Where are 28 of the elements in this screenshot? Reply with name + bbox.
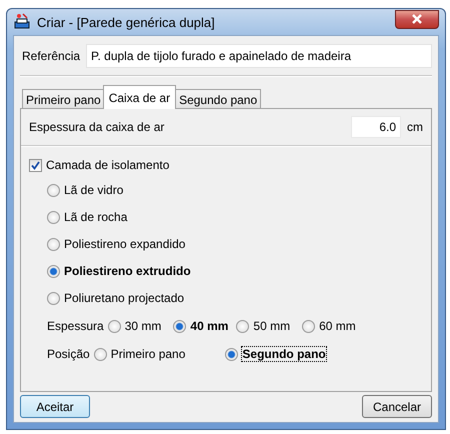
close-button[interactable]: [395, 10, 439, 28]
radio-button[interactable]: Segundo pano: [225, 344, 326, 364]
radio-button[interactable]: Lã de vidro: [47, 180, 423, 200]
unit-label: cm: [407, 120, 423, 134]
tab[interactable]: Primeiro pano: [22, 89, 105, 109]
close-icon: [411, 14, 423, 24]
field-label: Espessura: [47, 319, 104, 333]
radio-button[interactable]: Poliestireno extrudido: [47, 261, 423, 281]
reference-label: Referência: [22, 49, 80, 63]
tab[interactable]: Segundo pano: [175, 89, 262, 109]
dialog-button[interactable]: Cancelar: [362, 395, 432, 418]
checkmark-icon: [31, 160, 40, 170]
radio-button[interactable]: Poliuretano projectado: [47, 288, 423, 308]
window-title: Criar - [Parede genérica dupla]: [37, 14, 216, 30]
radio-button[interactable]: 60 mm: [302, 316, 356, 336]
air-gap-field[interactable]: 6.0: [351, 116, 401, 138]
radio-button[interactable]: Lã de rocha: [47, 207, 423, 227]
field-label: Posição: [47, 347, 90, 361]
radio-button[interactable]: 30 mm: [108, 316, 162, 336]
radio-button[interactable]: 50 mm: [236, 316, 290, 336]
tab[interactable]: Caixa de ar: [102, 85, 176, 109]
dialog-button[interactable]: Aceitar: [20, 395, 90, 418]
radio-button[interactable]: 40 mm: [173, 316, 228, 336]
reference-field[interactable]: P. dupla de tijolo furado e apainelado de madeira: [86, 44, 432, 68]
radio-button[interactable]: Primeiro pano: [94, 344, 186, 364]
air-gap-label: Espessura da caixa de ar: [29, 120, 166, 134]
radio-button[interactable]: Poliestireno expandido: [47, 234, 423, 254]
insulation-checkbox[interactable]: Camada de isolamento: [29, 155, 423, 175]
